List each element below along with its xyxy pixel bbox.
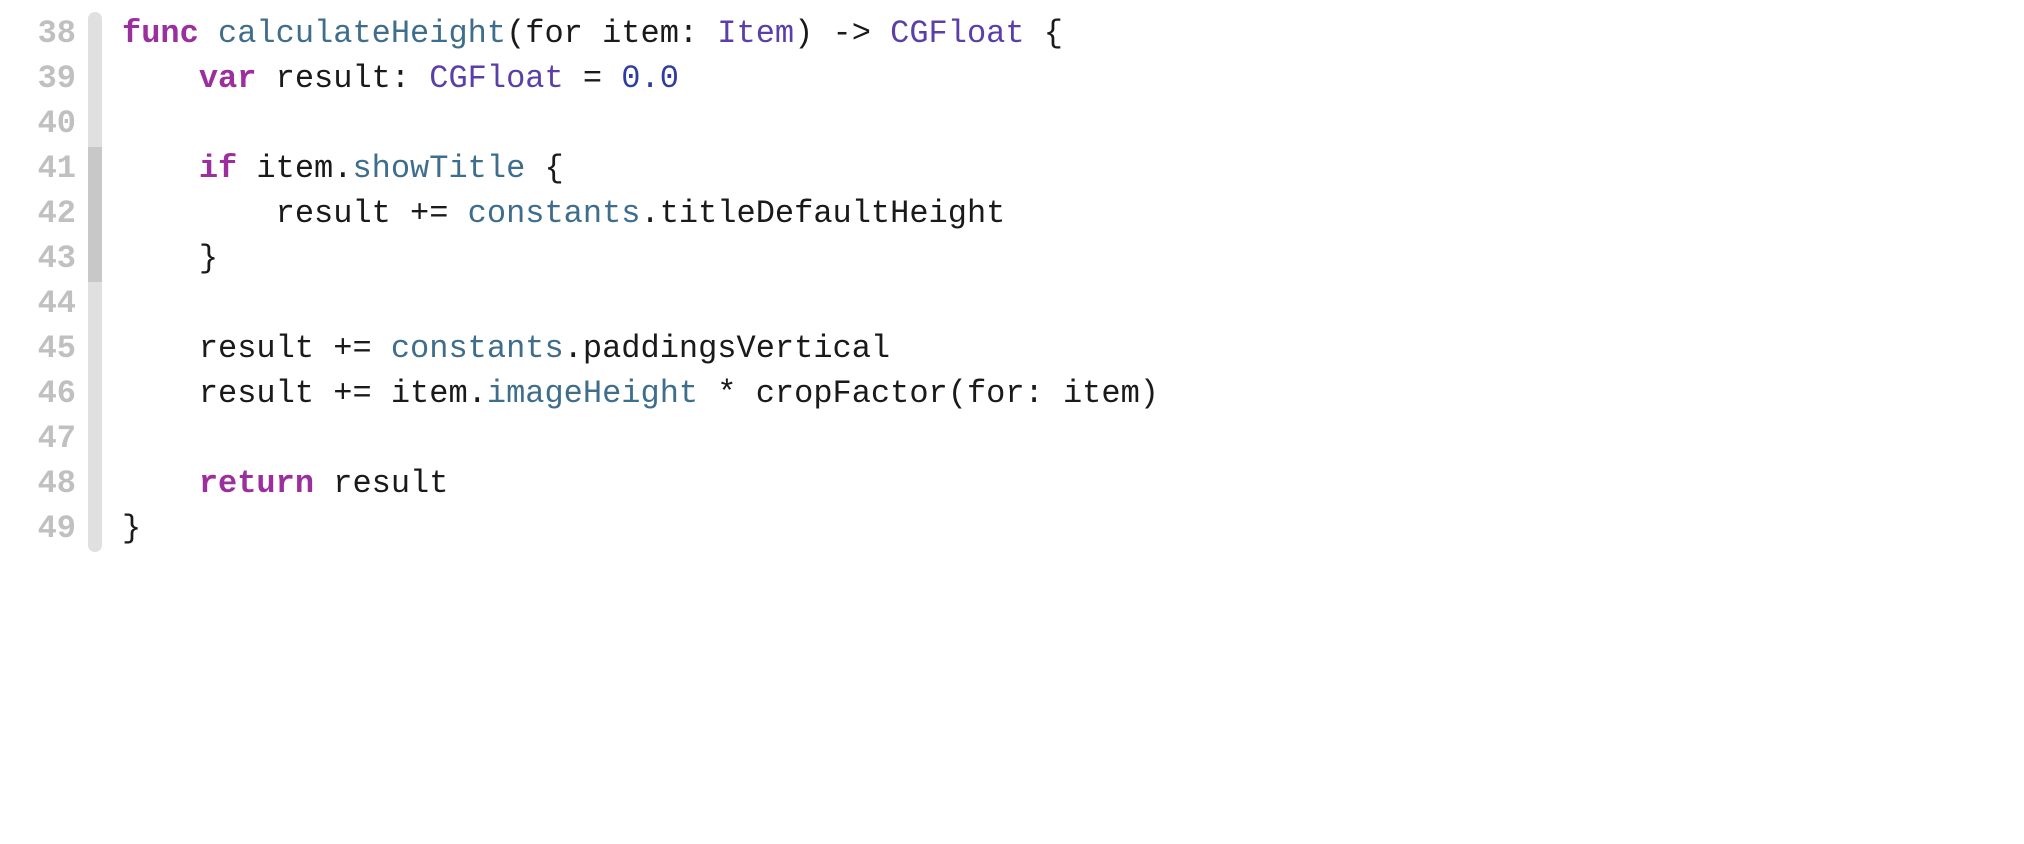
token-plain: { (1025, 15, 1063, 52)
token-plain: * cropFactor(for: item) (698, 375, 1159, 412)
change-marker-column (88, 417, 102, 462)
token-plain: } (122, 240, 218, 277)
change-marker (88, 147, 102, 192)
line-number: 38 (0, 12, 88, 57)
change-marker-column (88, 147, 102, 192)
line-number: 41 (0, 147, 88, 192)
token-kw: func (122, 15, 199, 52)
token-plain: ( (506, 15, 525, 52)
token-num: 0.0 (621, 60, 679, 97)
token-plain: } (122, 510, 141, 547)
token-plain: result += (122, 195, 468, 232)
change-marker-column (88, 192, 102, 237)
change-marker (88, 282, 102, 327)
token-plain: result += item. (122, 375, 487, 412)
code-content[interactable]: result += item.imageHeight * cropFactor(… (102, 372, 1159, 417)
line-number: 45 (0, 327, 88, 372)
token-plain: item: (583, 15, 717, 52)
token-plain: .paddingsVertical (564, 330, 890, 367)
token-kw: if (199, 150, 237, 187)
token-id: constants (391, 330, 564, 367)
token-id: constants (468, 195, 641, 232)
change-marker-column (88, 372, 102, 417)
token-plain (122, 60, 199, 97)
change-marker (88, 12, 102, 57)
code-content[interactable]: return result (102, 462, 448, 507)
code-line[interactable]: 39 var result: CGFloat = 0.0 (0, 57, 2024, 102)
change-marker (88, 237, 102, 282)
code-line[interactable]: 41 if item.showTitle { (0, 147, 2024, 192)
line-number: 47 (0, 417, 88, 462)
token-plain: result += (122, 330, 391, 367)
token-type: Item (717, 15, 794, 52)
change-marker-column (88, 102, 102, 147)
code-line[interactable]: 44 (0, 282, 2024, 327)
token-id: imageHeight (487, 375, 698, 412)
token-plain: { (525, 150, 563, 187)
change-marker-column (88, 507, 102, 552)
token-type: CGFloat (890, 15, 1024, 52)
code-line[interactable]: 38 func calculateHeight(for item: Item) -… (0, 12, 2024, 57)
token-kw: return (199, 465, 314, 502)
token-plain: result (314, 465, 448, 502)
line-number: 48 (0, 462, 88, 507)
change-marker-column (88, 237, 102, 282)
code-editor[interactable]: 38 func calculateHeight(for item: Item) -… (0, 12, 2024, 552)
code-line[interactable]: 49} (0, 507, 2024, 552)
code-content[interactable]: result += constants.paddingsVertical (102, 327, 890, 372)
code-line[interactable]: 40 (0, 102, 2024, 147)
token-plain (122, 150, 199, 187)
token-plain: for (525, 15, 583, 52)
code-content[interactable]: func calculateHeight(for item: Item) -> … (102, 12, 1063, 57)
line-number: 44 (0, 282, 88, 327)
token-type: CGFloat (429, 60, 563, 97)
code-content[interactable]: if item.showTitle { (102, 147, 564, 192)
token-plain (199, 15, 218, 52)
token-plain: = (564, 60, 622, 97)
change-marker (88, 57, 102, 102)
change-marker-column (88, 462, 102, 507)
line-number: 40 (0, 102, 88, 147)
code-content[interactable]: result += constants.titleDefaultHeight (102, 192, 1005, 237)
change-marker (88, 372, 102, 417)
change-marker-column (88, 327, 102, 372)
code-content[interactable]: } (102, 237, 218, 282)
change-marker-column (88, 12, 102, 57)
token-plain (122, 465, 199, 502)
change-marker (88, 417, 102, 462)
code-content[interactable]: } (102, 507, 141, 552)
line-number: 49 (0, 507, 88, 552)
code-line[interactable]: 43 } (0, 237, 2024, 282)
token-plain: .titleDefaultHeight (640, 195, 1005, 232)
token-plain: ) -> (794, 15, 890, 52)
code-content[interactable]: var result: CGFloat = 0.0 (102, 57, 679, 102)
change-marker-column (88, 282, 102, 327)
code-line[interactable]: 42 result += constants.titleDefaultHeigh… (0, 192, 2024, 237)
line-number: 39 (0, 57, 88, 102)
token-fn: calculateHeight (218, 15, 506, 52)
token-kw: var (199, 60, 257, 97)
change-marker (88, 507, 102, 552)
change-marker (88, 102, 102, 147)
line-number: 42 (0, 192, 88, 237)
line-number: 43 (0, 237, 88, 282)
code-line[interactable]: 46 result += item.imageHeight * cropFact… (0, 372, 2024, 417)
token-plain: result: (256, 60, 429, 97)
change-marker (88, 462, 102, 507)
token-plain: item. (237, 150, 352, 187)
code-line[interactable]: 45 result += constants.paddingsVertical (0, 327, 2024, 372)
change-marker (88, 327, 102, 372)
token-id: showTitle (352, 150, 525, 187)
line-number: 46 (0, 372, 88, 417)
code-line[interactable]: 47 (0, 417, 2024, 462)
code-line[interactable]: 48 return result (0, 462, 2024, 507)
change-marker (88, 192, 102, 237)
change-marker-column (88, 57, 102, 102)
